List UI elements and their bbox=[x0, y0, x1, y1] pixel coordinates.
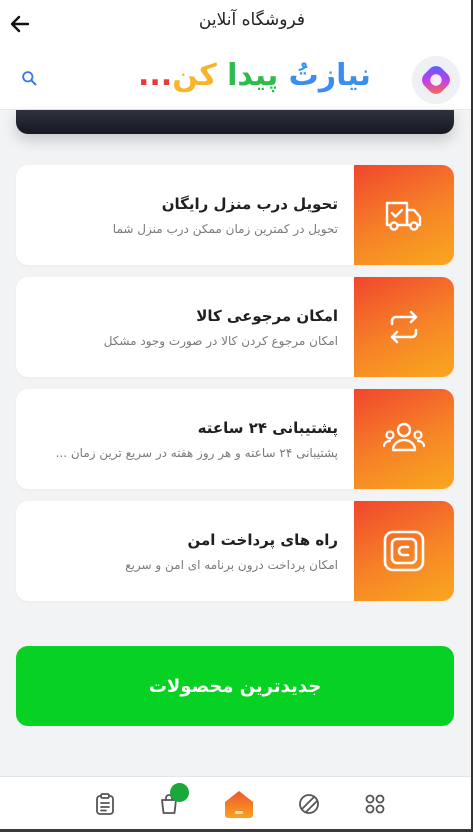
nav-orders[interactable] bbox=[92, 791, 118, 817]
nav-menu[interactable] bbox=[362, 791, 388, 817]
feature-description: تحویل در کمترین زمان ممکن درب منزل شما bbox=[112, 222, 338, 236]
feature-title: پشتیبانی ۲۴ ساعته bbox=[197, 419, 338, 437]
feature-title: راه های پرداخت امن bbox=[187, 531, 339, 549]
feature-card-delivery: تحویل درب منزل رایگان تحویل در کمترین زم… bbox=[16, 165, 454, 265]
categories-icon bbox=[299, 794, 319, 814]
feature-title: تحویل درب منزل رایگان bbox=[161, 195, 338, 213]
feature-card-payment: راه های پرداخت امن امکان پرداخت درون برن… bbox=[16, 501, 454, 601]
cart-badge bbox=[170, 783, 189, 802]
page-title: فروشگاه آنلاین bbox=[198, 10, 305, 30]
logo-part-3: کن bbox=[172, 58, 217, 93]
feature-icon-box bbox=[354, 501, 454, 601]
feature-title: امکان مرجوعی کالا bbox=[196, 307, 338, 325]
orders-icon bbox=[96, 793, 114, 815]
support-users-icon bbox=[382, 422, 426, 452]
banner-slider[interactable] bbox=[16, 110, 454, 134]
feature-icon-box bbox=[354, 389, 454, 489]
logo-part-4: ... bbox=[138, 58, 173, 93]
home-icon bbox=[225, 791, 253, 818]
truck-check-icon bbox=[385, 201, 422, 231]
feature-icon-box bbox=[354, 165, 454, 265]
feature-icon-box bbox=[354, 277, 454, 377]
back-arrow-icon[interactable] bbox=[8, 12, 32, 36]
nav-categories[interactable] bbox=[296, 791, 322, 817]
menu-grid-icon bbox=[365, 794, 385, 814]
refresh-icon bbox=[390, 310, 418, 344]
feature-card-support: پشتیبانی ۲۴ ساعته پشتیبانی ۲۴ ساعته و هر… bbox=[16, 389, 454, 489]
newest-products-button[interactable]: جدیدترین محصولات bbox=[16, 646, 454, 726]
nav-home[interactable] bbox=[222, 787, 256, 821]
bottom-navigation bbox=[0, 776, 473, 832]
newest-products-label: جدیدترین محصولات bbox=[148, 675, 322, 697]
logo-part-2: پیدا bbox=[216, 58, 289, 93]
feature-card-returns: امکان مرجوعی کالا امکان مرجوع کردن کالا … bbox=[16, 277, 454, 377]
app-header: فروشگاه آنلاین نیازتُ پیدا کن... bbox=[0, 0, 473, 110]
feature-description: پشتیبانی ۲۴ ساعته و هر روز هفته در سریع … bbox=[55, 446, 338, 460]
feature-description: امکان مرجوع کردن کالا در صورت وجود مشکل bbox=[103, 334, 338, 348]
search-icon[interactable] bbox=[21, 70, 38, 87]
secure-payment-icon bbox=[383, 530, 425, 572]
logo-part-1: نیازتُ bbox=[288, 58, 371, 93]
app-logo-icon bbox=[412, 56, 460, 104]
brand-logo-text: نیازتُ پیدا کن... bbox=[138, 58, 371, 93]
feature-description: امکان پرداخت درون برنامه ای امن و سریع bbox=[125, 558, 338, 572]
